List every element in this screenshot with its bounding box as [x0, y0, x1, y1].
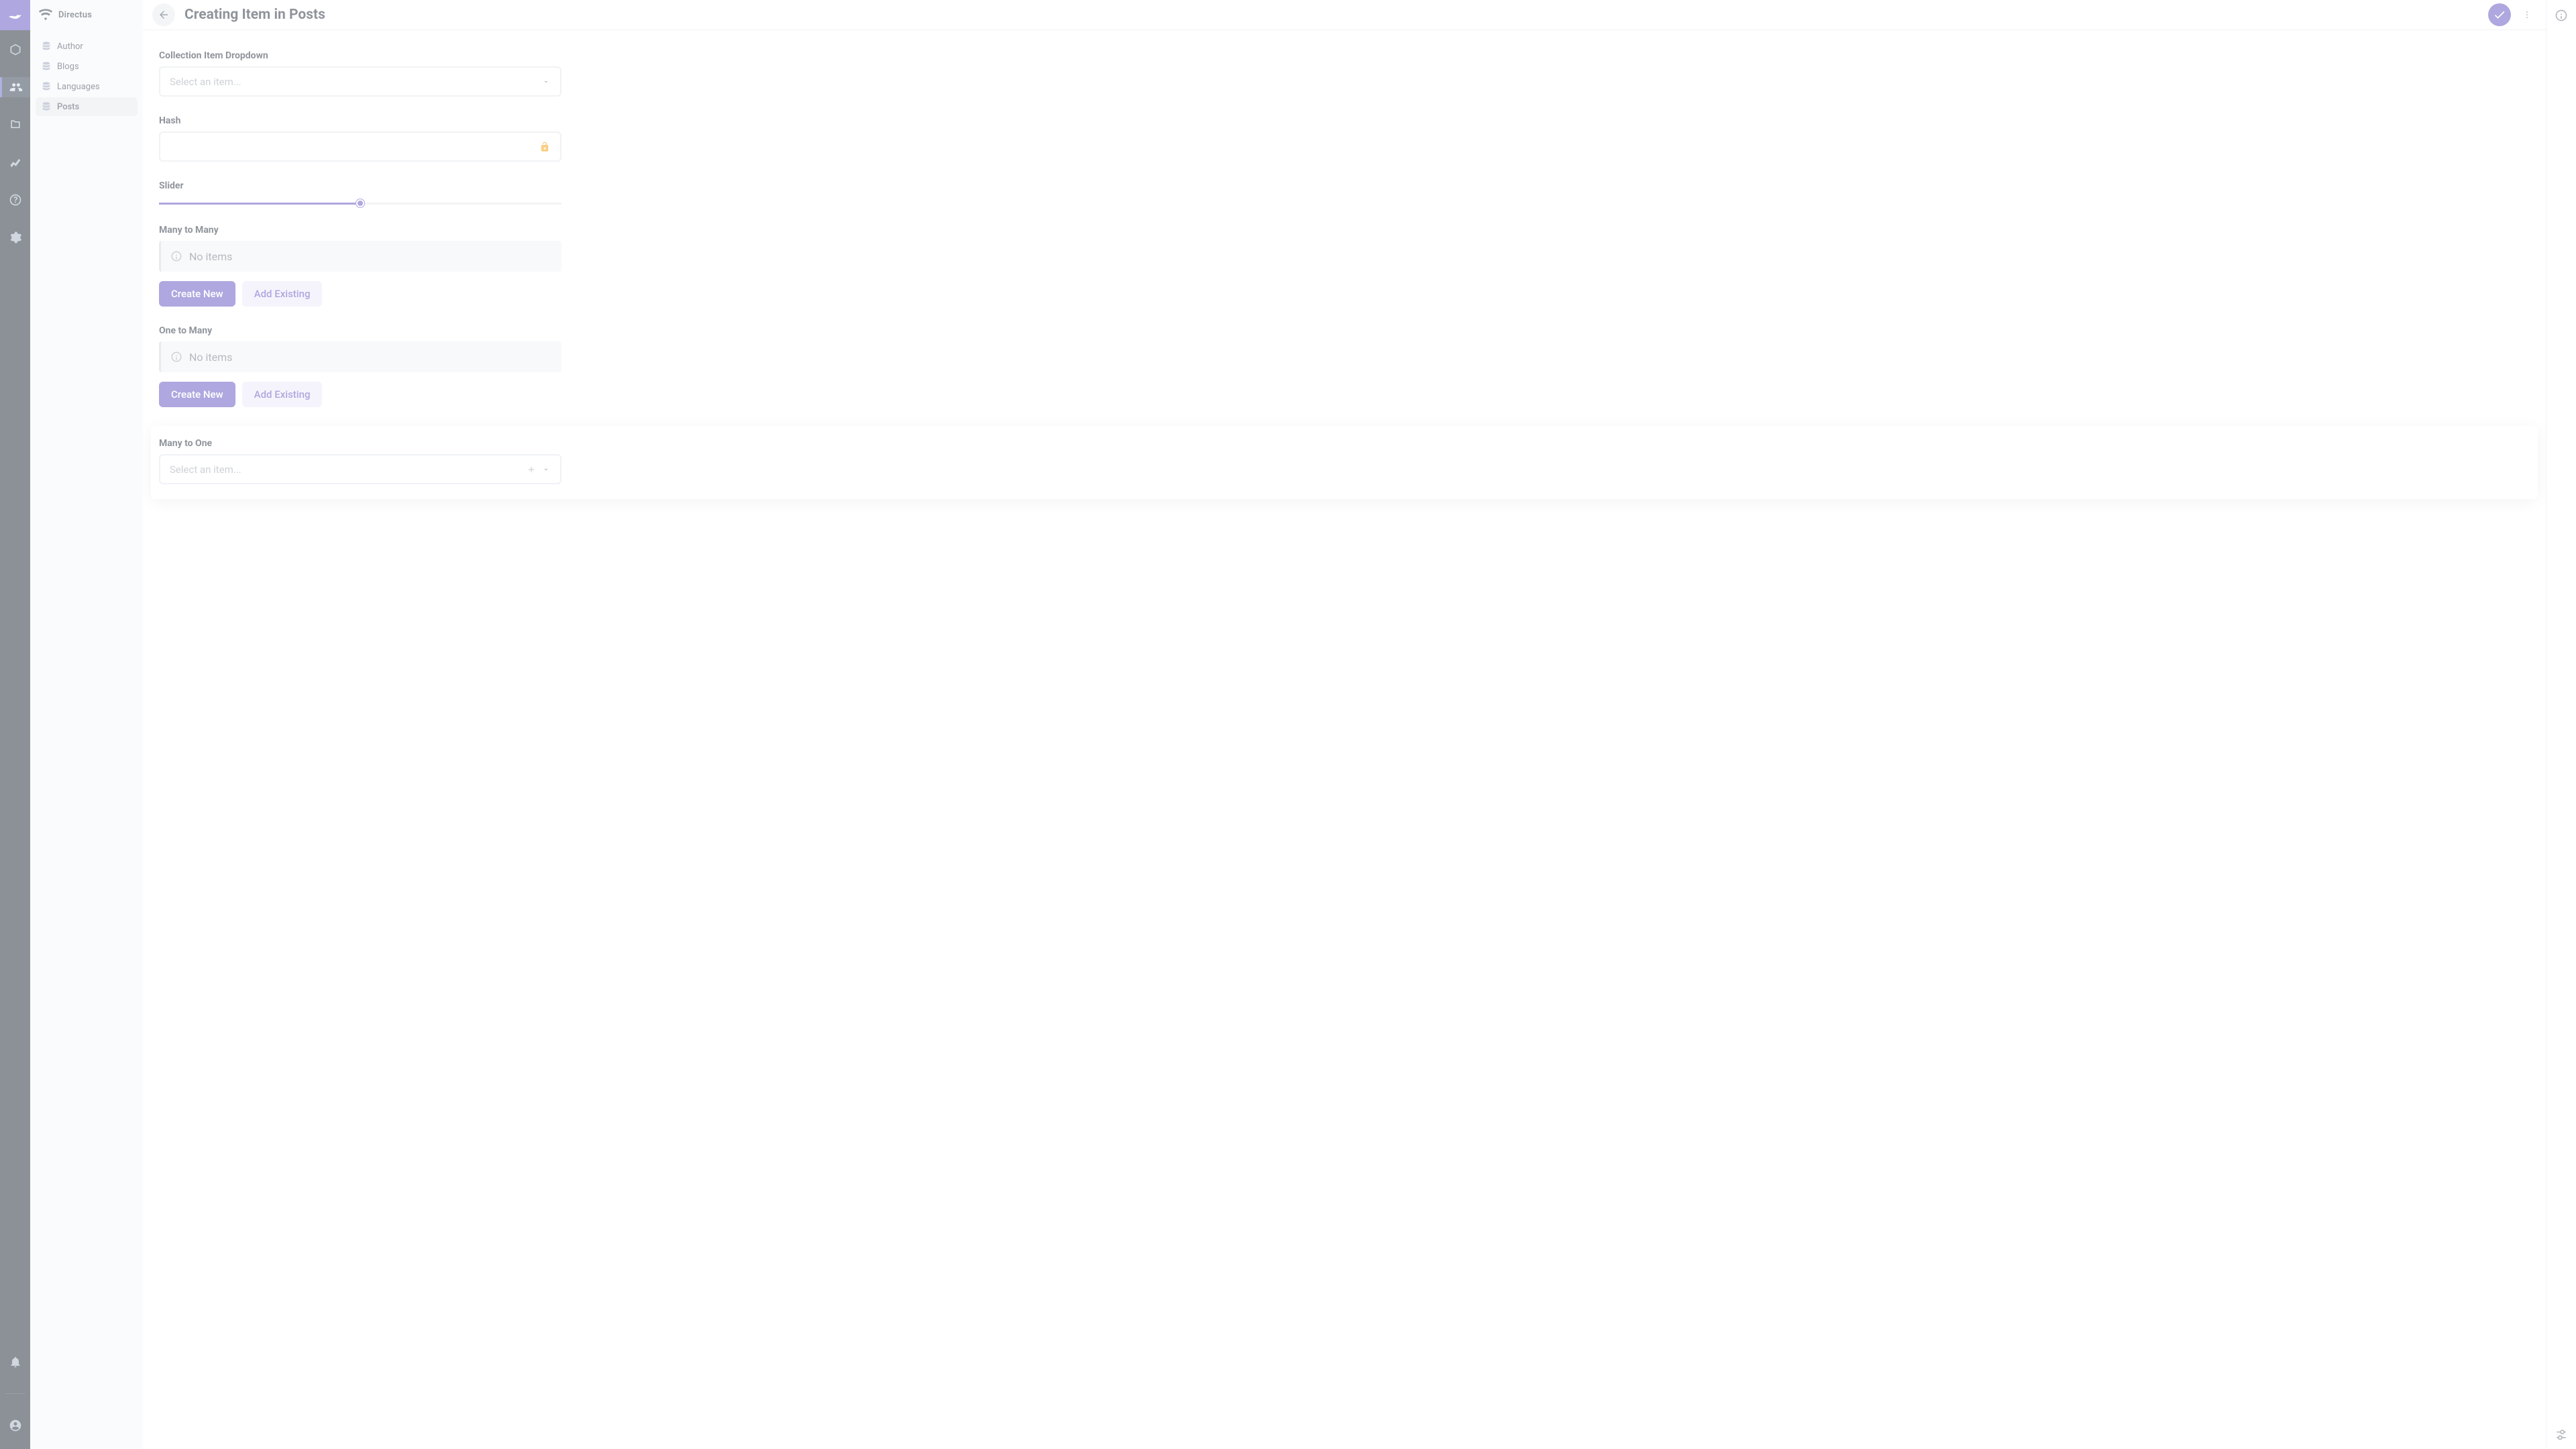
- info-button[interactable]: [2546, 0, 2576, 30]
- field-label: Many to One: [159, 438, 561, 449]
- field-label: Hash: [159, 115, 561, 126]
- folder-icon: [9, 118, 22, 131]
- create-new-button[interactable]: Create New: [159, 281, 235, 307]
- chevron-down-icon[interactable]: [541, 465, 551, 474]
- sidebar-item-label: Blogs: [57, 62, 79, 72]
- right-rail: [2546, 0, 2576, 1449]
- lock-open-icon: [539, 141, 551, 153]
- hash-input[interactable]: [159, 131, 561, 162]
- module-rail: [0, 0, 30, 1449]
- database-icon: [41, 61, 52, 72]
- wifi-icon: [38, 8, 53, 23]
- sidebar-item-blogs[interactable]: Blogs: [36, 57, 138, 76]
- database-icon: [41, 41, 52, 52]
- users-icon: [9, 80, 23, 94]
- nav-files[interactable]: [0, 115, 30, 135]
- sidebar-item-languages[interactable]: Languages: [36, 77, 138, 96]
- field-label: One to Many: [159, 325, 561, 336]
- chevron-down-icon: [541, 77, 551, 87]
- revisions-icon: [2555, 1428, 2568, 1441]
- add-existing-button[interactable]: Add Existing: [242, 281, 323, 307]
- slider-thumb[interactable]: [356, 199, 364, 207]
- database-icon: [41, 101, 52, 112]
- nav-settings[interactable]: [0, 227, 30, 248]
- account-icon: [9, 1419, 22, 1432]
- field-label: Many to Many: [159, 225, 561, 235]
- nav-users[interactable]: [0, 77, 30, 97]
- box-icon: [9, 43, 22, 56]
- slider-input[interactable]: [159, 201, 561, 206]
- info-icon: [170, 351, 182, 363]
- slider-fill: [159, 203, 360, 205]
- field-one-to-many: One to Many No items Create New Add Exis…: [159, 325, 561, 407]
- nav-account[interactable]: [0, 1415, 30, 1436]
- field-many-to-one: Many to One Select an item...: [159, 438, 561, 484]
- nav-notifications[interactable]: [0, 1352, 30, 1372]
- nav-docs[interactable]: [0, 190, 30, 210]
- field-slider: Slider: [159, 180, 561, 206]
- nav-collections[interactable]: [0, 40, 30, 60]
- dropdown-placeholder: Select an item...: [170, 464, 241, 476]
- sidebar-header: Directus: [30, 0, 143, 30]
- plus-icon[interactable]: [527, 465, 536, 474]
- create-new-button[interactable]: Create New: [159, 382, 235, 407]
- m2o-input[interactable]: Select an item...: [159, 454, 561, 484]
- divider: [5, 1393, 25, 1394]
- check-icon: [2493, 8, 2506, 21]
- field-many-to-many: Many to Many No items Create New Add Exi…: [159, 225, 561, 307]
- database-icon: [41, 81, 52, 92]
- add-existing-button[interactable]: Add Existing: [242, 382, 323, 407]
- brand-logo[interactable]: [0, 0, 30, 30]
- kebab-icon: [2522, 10, 2532, 19]
- brand-name: Directus: [58, 10, 92, 20]
- field-hash: Hash: [159, 115, 561, 162]
- help-icon: [9, 193, 22, 207]
- bell-icon: [9, 1355, 22, 1368]
- main-area: Creating Item in Posts Collection Item D…: [143, 0, 2546, 1449]
- page-title: Creating Item in Posts: [184, 7, 2479, 23]
- sidebar-item-label: Languages: [57, 82, 100, 92]
- arrow-left-icon: [158, 9, 170, 21]
- empty-state: No items: [159, 341, 561, 372]
- field-collection-dropdown: Collection Item Dropdown Select an item.…: [159, 50, 561, 97]
- field-label: Collection Item Dropdown: [159, 50, 561, 61]
- more-menu[interactable]: [2520, 10, 2534, 19]
- insights-icon: [9, 156, 22, 169]
- empty-text: No items: [189, 250, 232, 263]
- save-button[interactable]: [2488, 3, 2511, 26]
- gear-icon: [9, 231, 22, 244]
- info-icon: [2555, 9, 2568, 22]
- back-button[interactable]: [152, 3, 175, 26]
- form-content: Collection Item Dropdown Select an item.…: [143, 30, 2546, 1449]
- collections-sidebar: Directus Author Blogs Languages Posts: [30, 0, 143, 1449]
- empty-state: No items: [159, 241, 561, 272]
- nav-insights[interactable]: [0, 152, 30, 172]
- empty-text: No items: [189, 351, 232, 364]
- topbar: Creating Item in Posts: [143, 0, 2546, 30]
- sidebar-item-label: Posts: [57, 102, 79, 112]
- sidebar-item-label: Author: [57, 42, 83, 52]
- revisions-button[interactable]: [2546, 1419, 2576, 1449]
- dropdown-input[interactable]: Select an item...: [159, 66, 561, 97]
- sidebar-item-posts[interactable]: Posts: [36, 97, 138, 116]
- dropdown-placeholder: Select an item...: [170, 76, 241, 88]
- highlighted-field-many-to-one: Many to One Select an item...: [151, 426, 2538, 499]
- info-icon: [170, 250, 182, 262]
- sidebar-item-author[interactable]: Author: [36, 37, 138, 56]
- field-label: Slider: [159, 180, 561, 191]
